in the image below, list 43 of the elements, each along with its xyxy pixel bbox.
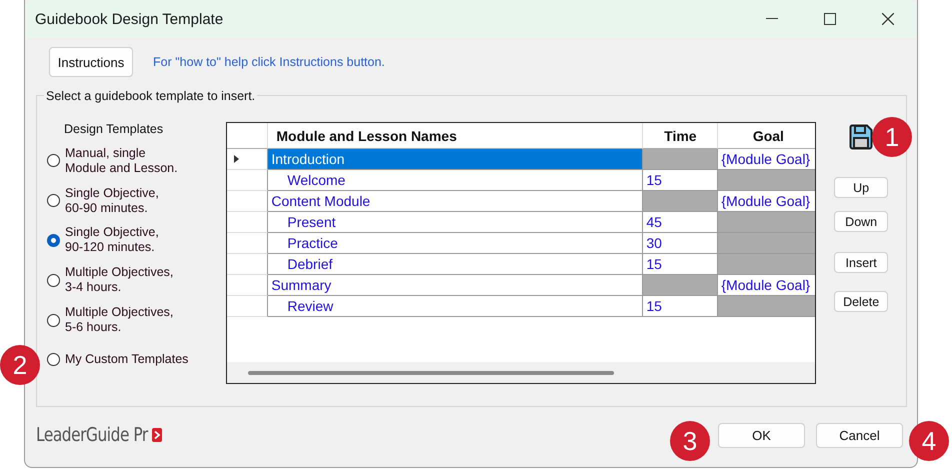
radio-label[interactable]: My Custom Templates bbox=[65, 352, 188, 368]
table-cell[interactable]: Summary bbox=[268, 275, 644, 296]
table-cell[interactable]: Review bbox=[268, 296, 644, 317]
radio-button[interactable] bbox=[47, 194, 60, 208]
minimize-icon[interactable] bbox=[766, 18, 778, 20]
up-button[interactable]: Up bbox=[834, 177, 888, 198]
time-column-header[interactable]: Time bbox=[643, 123, 718, 149]
help-text: For "how to" help click Instructions button. bbox=[153, 55, 385, 69]
step-badge: 4 bbox=[909, 421, 949, 461]
table-cell[interactable]: Content Module bbox=[268, 191, 644, 212]
group-legend: Select a guidebook template to insert. bbox=[44, 89, 258, 103]
radio-label[interactable]: Single Objective, 90-120 minutes. bbox=[65, 225, 159, 256]
current-row-icon bbox=[234, 155, 240, 163]
radio-label[interactable]: Single Objective, 60-90 minutes. bbox=[65, 186, 159, 216]
name-column-header[interactable]: Module and Lesson Names bbox=[268, 123, 644, 149]
radio-button[interactable] bbox=[47, 353, 60, 366]
radio-button[interactable] bbox=[47, 314, 60, 327]
table-cell[interactable]: Introduction bbox=[268, 149, 644, 170]
radio-label[interactable]: Manual, single Module and Lesson. bbox=[65, 146, 178, 176]
ok-button[interactable]: OK bbox=[718, 422, 805, 448]
radio-label[interactable]: Multiple Objectives, 5-6 hours. bbox=[65, 305, 174, 336]
table-cell[interactable]: Debrief bbox=[268, 254, 644, 275]
radio-button[interactable] bbox=[47, 154, 60, 168]
radio-button[interactable] bbox=[47, 234, 60, 247]
cancel-button[interactable]: Cancel bbox=[816, 422, 903, 448]
insert-button[interactable]: Insert bbox=[834, 252, 888, 273]
logo-arrow-icon bbox=[152, 428, 162, 442]
table-cell[interactable]: Practice bbox=[268, 233, 644, 254]
step-badge: 2 bbox=[0, 345, 40, 385]
radio-button[interactable] bbox=[47, 274, 60, 287]
maximize-icon[interactable] bbox=[824, 13, 836, 25]
save-icon[interactable] bbox=[849, 124, 874, 150]
templates-heading: Design Templates bbox=[63, 122, 164, 136]
table-cell[interactable]: Welcome bbox=[268, 170, 644, 191]
instructions-button[interactable]: Instructions bbox=[49, 47, 133, 77]
delete-button[interactable]: Delete bbox=[834, 291, 888, 312]
table-cell[interactable]: Present bbox=[268, 212, 644, 233]
logo-text: LeaderGuide Pr bbox=[36, 424, 148, 446]
down-button[interactable]: Down bbox=[834, 211, 888, 232]
radio-label[interactable]: Multiple Objectives, 3-4 hours. bbox=[65, 265, 174, 296]
close-icon[interactable] bbox=[882, 13, 894, 25]
scrollbar-thumb[interactable] bbox=[248, 370, 614, 374]
window-title: Guidebook Design Template bbox=[35, 10, 224, 28]
